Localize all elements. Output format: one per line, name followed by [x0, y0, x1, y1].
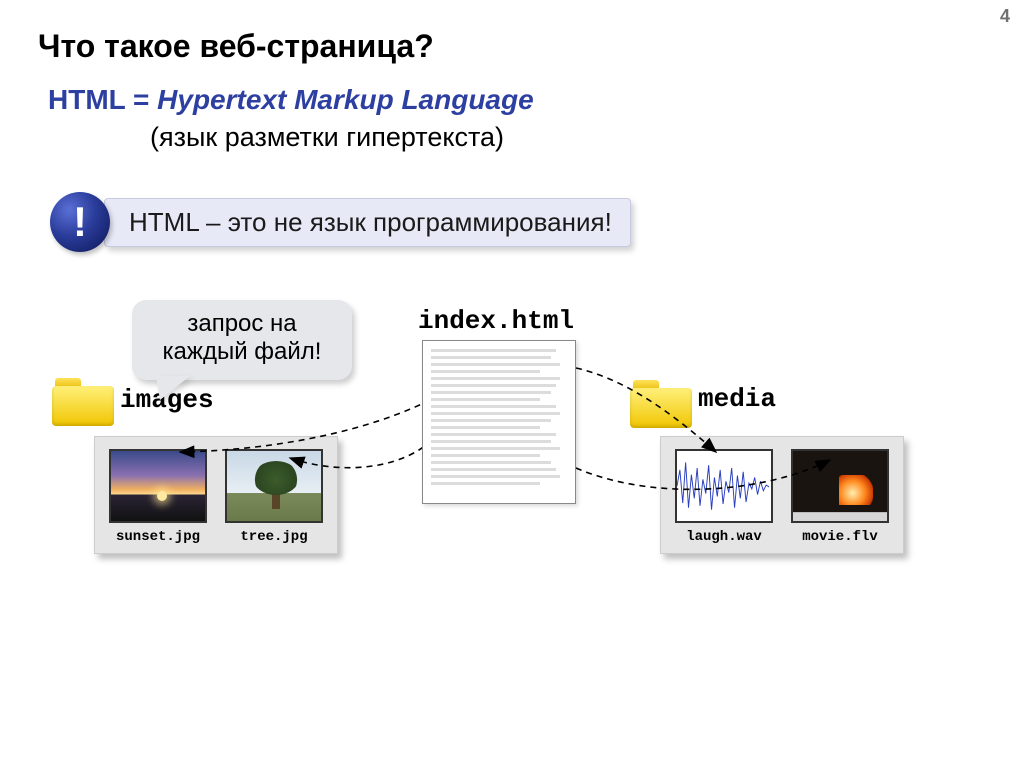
file-item: tree.jpg — [225, 449, 323, 545]
movie-thumbnail — [791, 449, 889, 523]
folder-icon — [630, 380, 692, 428]
index-file-icon — [422, 340, 576, 504]
callout-text: HTML – это не язык программирования! — [104, 198, 631, 247]
file-caption: movie.flv — [791, 529, 889, 545]
media-folder-label: media — [698, 384, 776, 414]
images-file-group: sunset.jpg tree.jpg — [94, 436, 338, 554]
file-caption: sunset.jpg — [109, 529, 207, 545]
sunset-thumbnail — [109, 449, 207, 523]
media-file-group: laugh.wav movie.flv — [660, 436, 904, 554]
file-item: sunset.jpg — [109, 449, 207, 545]
waveform-thumbnail — [675, 449, 773, 523]
file-item: laugh.wav — [675, 449, 773, 545]
tree-thumbnail — [225, 449, 323, 523]
callout: ! HTML – это не язык программирования! — [50, 192, 631, 252]
speech-bubble: запрос на каждый файл! — [132, 300, 352, 380]
index-file-label: index.html — [418, 306, 574, 336]
folder-icon — [52, 378, 114, 426]
html-translation: (язык разметки гипертекста) — [150, 122, 504, 153]
def-prefix: HTML = — [48, 84, 157, 115]
html-definition: HTML = Hypertext Markup Language — [48, 84, 534, 116]
exclamation-icon: ! — [50, 192, 110, 252]
def-expansion: Hypertext Markup Language — [157, 84, 534, 115]
page-number: 4 — [1000, 6, 1010, 27]
file-caption: tree.jpg — [225, 529, 323, 545]
file-caption: laugh.wav — [675, 529, 773, 545]
slide-title: Что такое веб-страница? — [38, 28, 434, 65]
file-item: movie.flv — [791, 449, 889, 545]
